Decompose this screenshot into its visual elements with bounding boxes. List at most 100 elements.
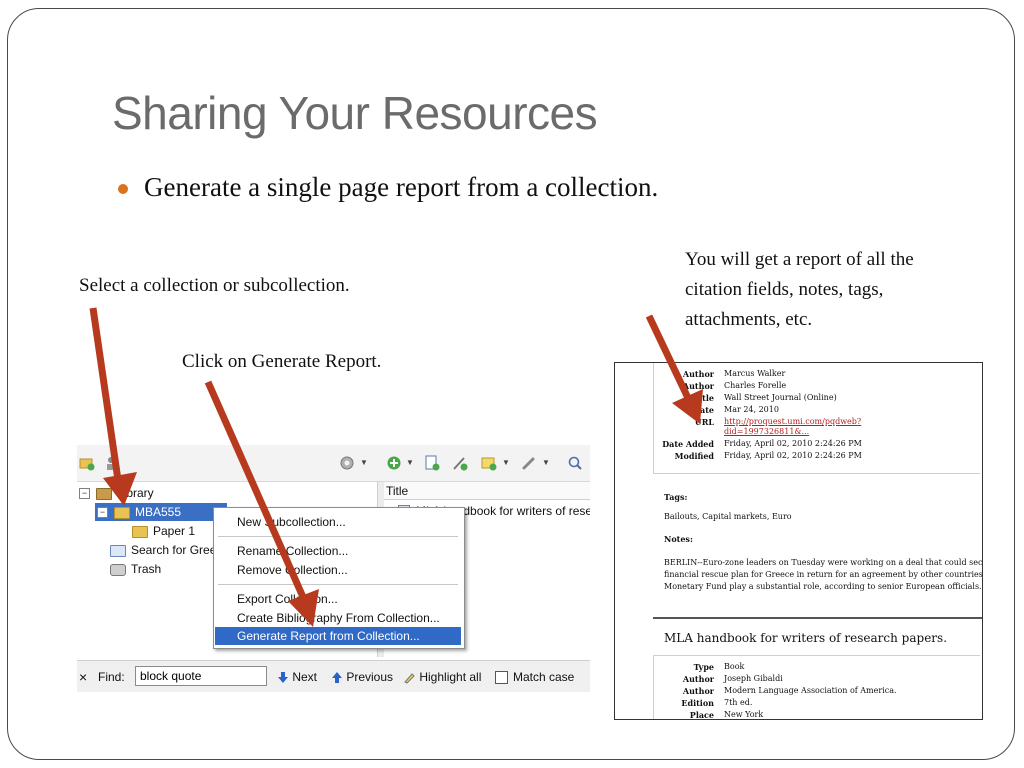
collection-context-menu: New Subcollection... Rename Collection..… <box>213 507 465 649</box>
report-field-label: Modified <box>674 451 714 461</box>
checkbox-box[interactable] <box>495 671 508 685</box>
report-notes-heading: Notes: <box>664 534 693 544</box>
report-field-label: Title <box>693 393 714 403</box>
report-field-label: Author <box>682 686 714 696</box>
tree-row-mba555[interactable]: − MBA555 <box>95 503 227 521</box>
chevron-down-icon[interactable]: ▼ <box>542 458 550 467</box>
tree-label-mba555: MBA555 <box>135 505 182 519</box>
report-field-value: Friday, April 02, 2010 2:24:26 PM <box>724 451 862 460</box>
tree-label-trash: Trash <box>131 562 162 576</box>
match-case-label: Match case <box>513 670 575 684</box>
report-field-value: Modern Language Association of America. <box>724 686 897 695</box>
tree-row-saved-search[interactable]: Search for Gree <box>110 541 216 559</box>
report-tags: Bailouts, Capital markets, Euro <box>664 512 792 521</box>
highlight-all-button[interactable]: Highlight all <box>403 669 481 685</box>
report-preview: Author Marcus Walker Author Charles Forelle… <box>614 362 983 720</box>
folder-icon <box>132 525 148 538</box>
bullet-text: Generate a single page report from a col… <box>144 172 659 202</box>
add-by-identifier-icon[interactable] <box>452 455 468 471</box>
slide-title: Sharing Your Resources <box>112 87 598 139</box>
trash-icon <box>110 563 126 576</box>
highlighter-icon <box>404 673 415 684</box>
close-find-icon[interactable]: × <box>79 669 87 685</box>
find-next-button[interactable]: Next <box>277 669 317 685</box>
find-label: Find: <box>98 670 125 684</box>
new-collection-icon[interactable] <box>79 455 95 471</box>
find-previous-label: Previous <box>346 670 394 684</box>
new-note-icon[interactable] <box>481 455 497 471</box>
report-field-value: Joseph Gibaldi <box>724 674 783 683</box>
menu-item-rename-collection[interactable]: Rename Collection... <box>215 542 461 560</box>
menu-item-create-bibliography[interactable]: Create Bibliography From Collection... <box>215 609 461 627</box>
find-previous-button[interactable]: Previous <box>331 669 393 685</box>
report-tags-heading: Tags: <box>664 492 688 502</box>
arrow-down-icon <box>278 672 288 684</box>
library-icon <box>96 487 112 500</box>
menu-separator <box>218 584 458 585</box>
bullet-item: Generate a single page report from a col… <box>118 172 658 203</box>
report-field-label: Date Added <box>662 439 714 449</box>
menu-separator <box>218 536 458 537</box>
new-standalone-item-icon[interactable] <box>424 455 440 471</box>
zotero-toolbar: ▼ ▼ ▼ ▼ <box>77 445 590 482</box>
folder-icon <box>114 506 130 519</box>
report-field-value: Mar 24, 2010 <box>724 405 779 414</box>
column-header-title[interactable]: Title <box>384 482 590 500</box>
find-input[interactable] <box>135 666 267 686</box>
menu-item-generate-report[interactable]: Generate Report from Collection... <box>215 627 461 645</box>
report-field-value: New York <box>724 710 764 719</box>
new-group-icon[interactable] <box>105 455 121 471</box>
menu-item-export-collection[interactable]: Export Collection... <box>215 590 461 608</box>
search-icon[interactable] <box>567 455 583 471</box>
note-select-collection: Select a collection or subcollection. <box>79 275 350 296</box>
report-field-label: Place <box>689 710 714 720</box>
attach-icon[interactable] <box>521 455 537 471</box>
report-item2-title: MLA handbook for writers of research pap… <box>664 631 948 645</box>
report-note-line: BERLIN--Euro-zone leaders on Tuesday wer… <box>664 558 983 567</box>
tree-label-saved-search: Search for Gree <box>131 543 217 557</box>
menu-item-new-subcollection[interactable]: New Subcollection... <box>215 513 461 531</box>
chevron-down-icon[interactable]: ▼ <box>406 458 414 467</box>
collapse-icon[interactable]: − <box>79 488 90 500</box>
report-note-line: Monetary Fund play a substantial role, a… <box>664 582 982 591</box>
report-field-label: Author <box>682 381 714 391</box>
report-field-value: 7th ed. <box>724 698 753 707</box>
tree-row-library[interactable]: − Library <box>79 484 154 502</box>
actions-gear-icon[interactable] <box>339 455 355 471</box>
report-field-value: Marcus Walker <box>724 369 786 378</box>
menu-item-remove-collection[interactable]: Remove Collection... <box>215 561 461 579</box>
report-field-label: Author <box>682 369 714 379</box>
tree-row-paper1[interactable]: Paper 1 <box>132 522 195 540</box>
report-field-value: Charles Forelle <box>724 381 787 390</box>
match-case-checkbox[interactable]: Match case <box>495 669 574 685</box>
note-click-generate: Click on Generate Report. <box>182 351 382 372</box>
collapse-icon[interactable]: − <box>97 507 108 519</box>
zotero-screenshot: ▼ ▼ ▼ ▼ − Library − MBA555 Paper 1 Searc… <box>77 445 590 692</box>
find-next-label: Next <box>292 670 318 684</box>
report-field-value: Wall Street Journal (Online) <box>724 393 837 402</box>
tree-label-paper1: Paper 1 <box>153 524 196 538</box>
chevron-down-icon[interactable]: ▼ <box>502 458 510 467</box>
find-bar: × Find: Next Previous Highlight all Matc… <box>77 660 590 692</box>
note-report-contents: You will get a report of all the citatio… <box>685 249 914 330</box>
new-item-icon[interactable] <box>386 455 402 471</box>
report-field-value: Friday, April 02, 2010 2:24:26 PM <box>724 439 862 448</box>
arrow-up-icon <box>332 672 342 684</box>
report-field-label: Author <box>682 674 714 684</box>
report-field-label: Type <box>693 662 714 672</box>
report-item-divider <box>653 617 982 619</box>
report-note-line: financial rescue plan for Greece in retu… <box>664 570 983 579</box>
tree-row-trash[interactable]: Trash <box>110 560 161 578</box>
report-field-label: URL <box>694 417 714 427</box>
chevron-down-icon[interactable]: ▼ <box>360 458 368 467</box>
highlight-all-label: Highlight all <box>419 670 482 684</box>
report-item2-fields: Type Book Author Joseph Gibaldi Author Modern… <box>653 655 980 720</box>
bullet-dot-icon <box>118 183 128 194</box>
report-item1-fields: Author Marcus Walker Author Charles Forelle… <box>653 363 980 474</box>
saved-search-icon <box>110 544 126 557</box>
report-field-value: Book <box>724 662 745 671</box>
report-field-label: Edition <box>681 698 714 708</box>
tree-label-library: Library <box>117 486 154 500</box>
report-field-label: Date <box>693 405 714 415</box>
report-field-value[interactable]: http://proquest.umi.com/pqdweb? did=19973… <box>724 416 861 438</box>
